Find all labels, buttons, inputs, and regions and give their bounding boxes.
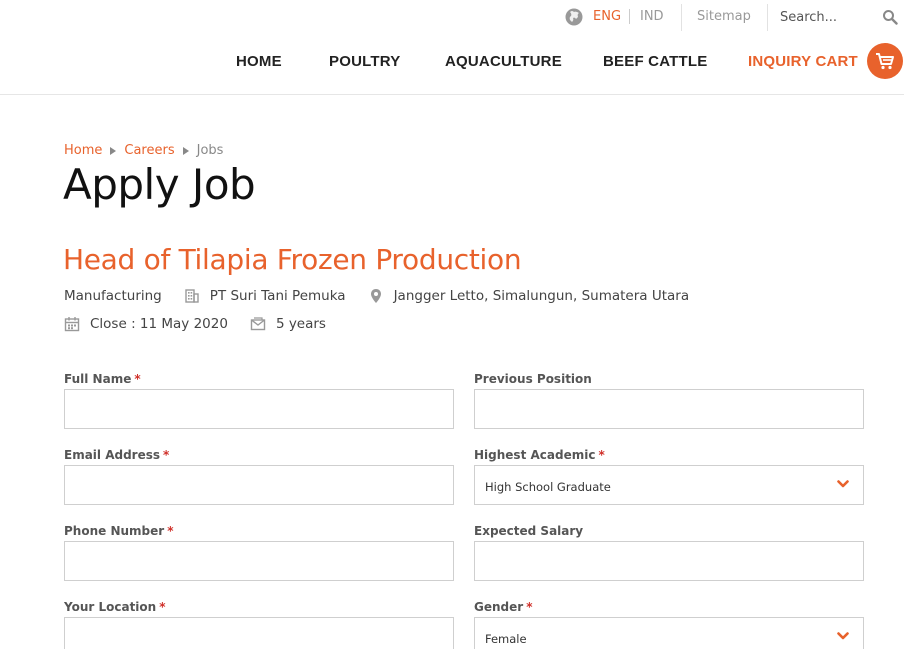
phone-label: Phone Number * (64, 524, 173, 538)
required-mark: * (526, 600, 533, 614)
cart-button[interactable] (867, 43, 903, 79)
sitemap-link[interactable]: Sitemap (697, 9, 751, 24)
chevron-down-icon (837, 480, 849, 488)
gender-value: Female (485, 632, 527, 646)
email-label: Email Address * (64, 448, 169, 462)
expected-salary-label: Expected Salary (474, 524, 584, 538)
breadcrumb-careers[interactable]: Careers (124, 143, 174, 158)
nav-home[interactable]: HOME (236, 53, 282, 70)
lang-eng-link[interactable]: ENG (593, 9, 621, 24)
breadcrumb-arrow-icon (110, 146, 117, 155)
breadcrumb-jobs: Jobs (196, 143, 224, 158)
map-pin-icon (370, 289, 381, 303)
phone-input[interactable] (64, 541, 454, 581)
nav-aquaculture[interactable]: AQUACULTURE (445, 53, 562, 70)
header-divider (0, 94, 904, 95)
nav-inquiry-cart[interactable]: INQUIRY CART (748, 53, 858, 70)
job-department: Manufacturing (64, 288, 162, 304)
job-meta-row: Close : 11 May 2020 5 years (64, 315, 326, 333)
chevron-down-icon (837, 632, 849, 640)
required-mark: * (159, 600, 166, 614)
lang-divider (629, 9, 630, 24)
highest-academic-label-text: Highest Academic (474, 448, 596, 462)
globe-icon (565, 8, 583, 26)
required-mark: * (163, 448, 170, 462)
calendar-icon (64, 317, 80, 332)
job-title: Head of Tilapia Frozen Production (63, 243, 522, 276)
job-close-date: Close : 11 May 2020 (90, 316, 228, 332)
envelope-icon (250, 317, 266, 331)
location-label-text: Your Location (64, 600, 157, 614)
location-input[interactable] (64, 617, 454, 649)
job-meta-row: Manufacturing PT Suri Tani Pemuka Jangge… (64, 287, 689, 305)
required-mark: * (598, 448, 605, 462)
email-label-text: Email Address (64, 448, 161, 462)
top-utility-bar: ENG IND Sitemap (0, 0, 904, 35)
full-name-label: Full Name * (64, 372, 141, 386)
required-mark: * (167, 524, 174, 538)
gender-label-text: Gender (474, 600, 524, 614)
job-company: PT Suri Tani Pemuka (209, 288, 346, 304)
job-location: Jangger Letto, Simalungun, Sumatera Utar… (393, 288, 690, 304)
required-mark: * (134, 372, 141, 386)
main-nav: HOME POULTRY AQUACULTURE BEEF CATTLE INQ… (0, 40, 904, 84)
expected-salary-input[interactable] (474, 541, 864, 581)
topbar-divider (681, 4, 682, 31)
gender-label: Gender * (474, 600, 532, 614)
highest-academic-label: Highest Academic * (474, 448, 605, 462)
cart-icon (876, 53, 894, 70)
search-icon[interactable] (882, 9, 898, 25)
email-input[interactable] (64, 465, 454, 505)
previous-position-label: Previous Position (474, 372, 592, 386)
phone-label-text: Phone Number (64, 524, 165, 538)
full-name-label-text: Full Name (64, 372, 132, 386)
nav-poultry[interactable]: POULTRY (329, 53, 400, 70)
page-title: Apply Job (63, 160, 256, 209)
highest-academic-select[interactable]: High School Graduate (474, 465, 864, 505)
nav-beef-cattle[interactable]: BEEF CATTLE (603, 53, 707, 70)
breadcrumb-home[interactable]: Home (64, 143, 102, 158)
topbar-divider (767, 4, 768, 31)
highest-academic-value: High School Graduate (485, 480, 611, 494)
location-label: Your Location * (64, 600, 166, 614)
breadcrumb: Home Careers Jobs (64, 143, 223, 158)
breadcrumb-arrow-icon (182, 146, 189, 155)
gender-select[interactable]: Female (474, 617, 864, 649)
search-input[interactable] (780, 5, 872, 29)
building-icon (185, 289, 199, 303)
job-experience: 5 years (275, 316, 326, 332)
lang-ind-link[interactable]: IND (640, 9, 664, 24)
previous-position-input[interactable] (474, 389, 864, 429)
full-name-input[interactable] (64, 389, 454, 429)
